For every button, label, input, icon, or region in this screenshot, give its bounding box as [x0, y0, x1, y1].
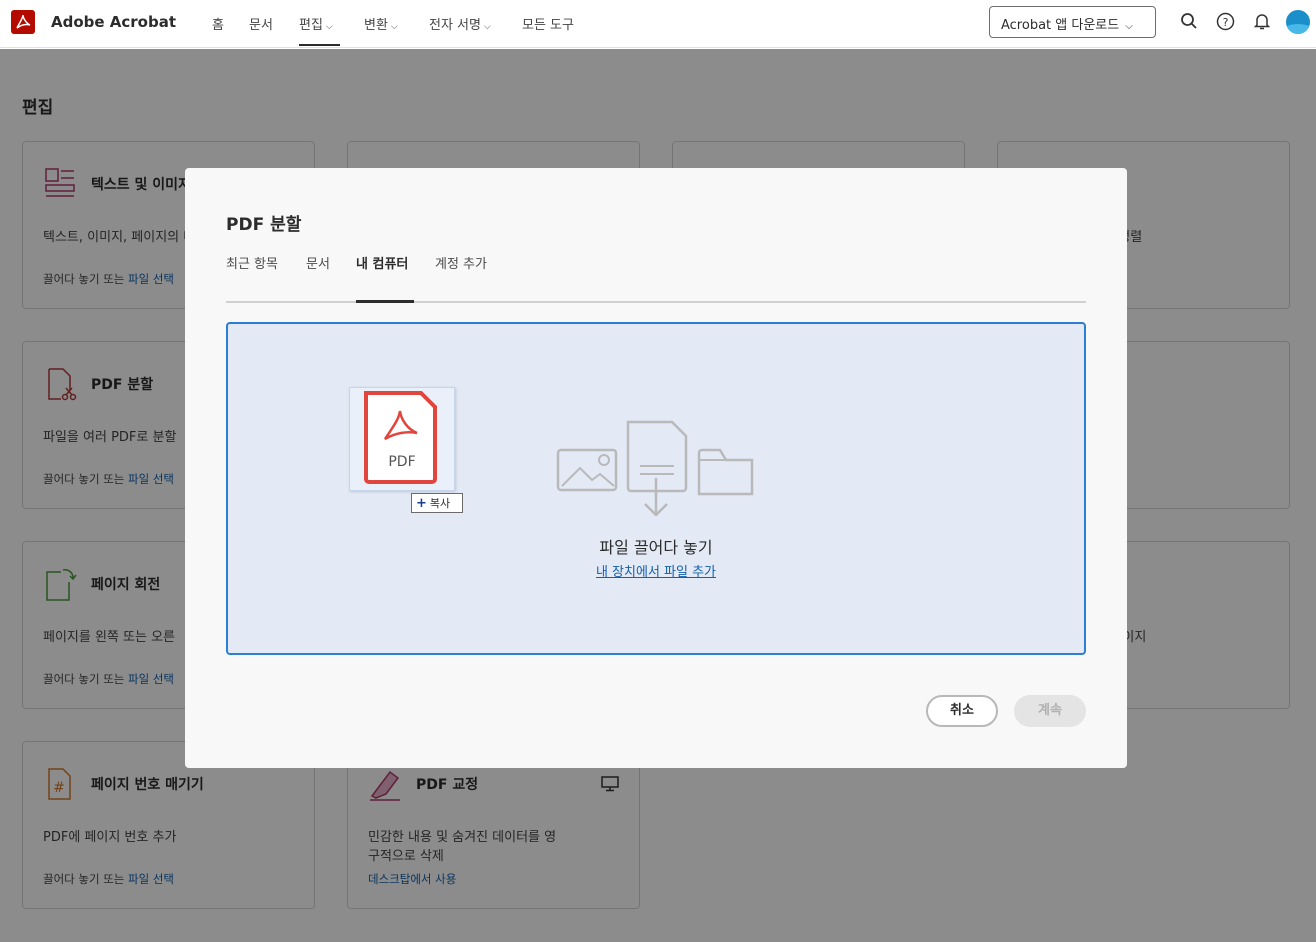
- file-drop-zone[interactable]: PDF + 복사 파일 끌어다 놓기 내 장치에서 파일 추가: [226, 322, 1086, 655]
- tab-add-account[interactable]: 계정 추가: [435, 253, 487, 272]
- download-app-button[interactable]: Acrobat 앱 다운로드 ⌵: [989, 6, 1156, 38]
- top-bar: Adobe Acrobat 홈 문서 편집 ⌵ 변환 ⌵ 전자 서명 ⌵ 모든 도구 …: [0, 0, 1316, 48]
- tab-documents[interactable]: 문서: [306, 253, 330, 272]
- nav-active-indicator: [299, 44, 340, 46]
- acrobat-logo-icon[interactable]: [11, 10, 35, 34]
- nav-esign[interactable]: 전자 서명 ⌵: [429, 14, 491, 33]
- tab-recent[interactable]: 최근 항목: [226, 253, 278, 272]
- chevron-down-icon: ⌵: [390, 22, 398, 32]
- plus-icon: +: [416, 496, 427, 511]
- app-name[interactable]: Adobe Acrobat: [51, 13, 176, 31]
- nav-edit[interactable]: 편집 ⌵: [299, 14, 333, 33]
- notification-bell-icon[interactable]: [1253, 12, 1271, 34]
- chevron-down-icon: ⌵: [483, 22, 491, 32]
- tab-my-computer[interactable]: 내 컴퓨터: [356, 253, 408, 272]
- avatar[interactable]: [1286, 10, 1310, 34]
- add-file-from-device-link[interactable]: 내 장치에서 파일 추가: [596, 565, 716, 580]
- help-icon[interactable]: ?: [1216, 12, 1235, 35]
- drop-instruction: 파일 끌어다 놓기: [599, 538, 713, 557]
- cancel-button[interactable]: 취소: [926, 695, 998, 727]
- drop-files-illustration: [556, 416, 756, 520]
- continue-button[interactable]: 계속: [1014, 695, 1086, 727]
- nav-all-tools[interactable]: 모든 도구: [522, 14, 574, 33]
- dragged-pdf-file[interactable]: PDF: [349, 387, 455, 491]
- dialog-title: PDF 분할: [226, 215, 302, 235]
- chevron-down-icon: ⌵: [325, 22, 333, 32]
- chevron-down-icon: ⌵: [1125, 21, 1133, 32]
- nav-home[interactable]: 홈: [212, 14, 224, 33]
- nav-documents[interactable]: 문서: [249, 14, 273, 33]
- nav-convert[interactable]: 변환 ⌵: [364, 14, 398, 33]
- copy-badge: + 복사: [411, 493, 463, 513]
- tab-divider: [226, 301, 1086, 303]
- pdf-file-label: PDF: [388, 454, 416, 470]
- svg-text:?: ?: [1223, 16, 1229, 29]
- split-pdf-dialog: PDF 분할 최근 항목 문서 내 컴퓨터 계정 추가 PDF + 복사 파일 …: [185, 168, 1127, 768]
- search-icon[interactable]: [1180, 12, 1198, 34]
- tab-active-indicator: [356, 300, 414, 303]
